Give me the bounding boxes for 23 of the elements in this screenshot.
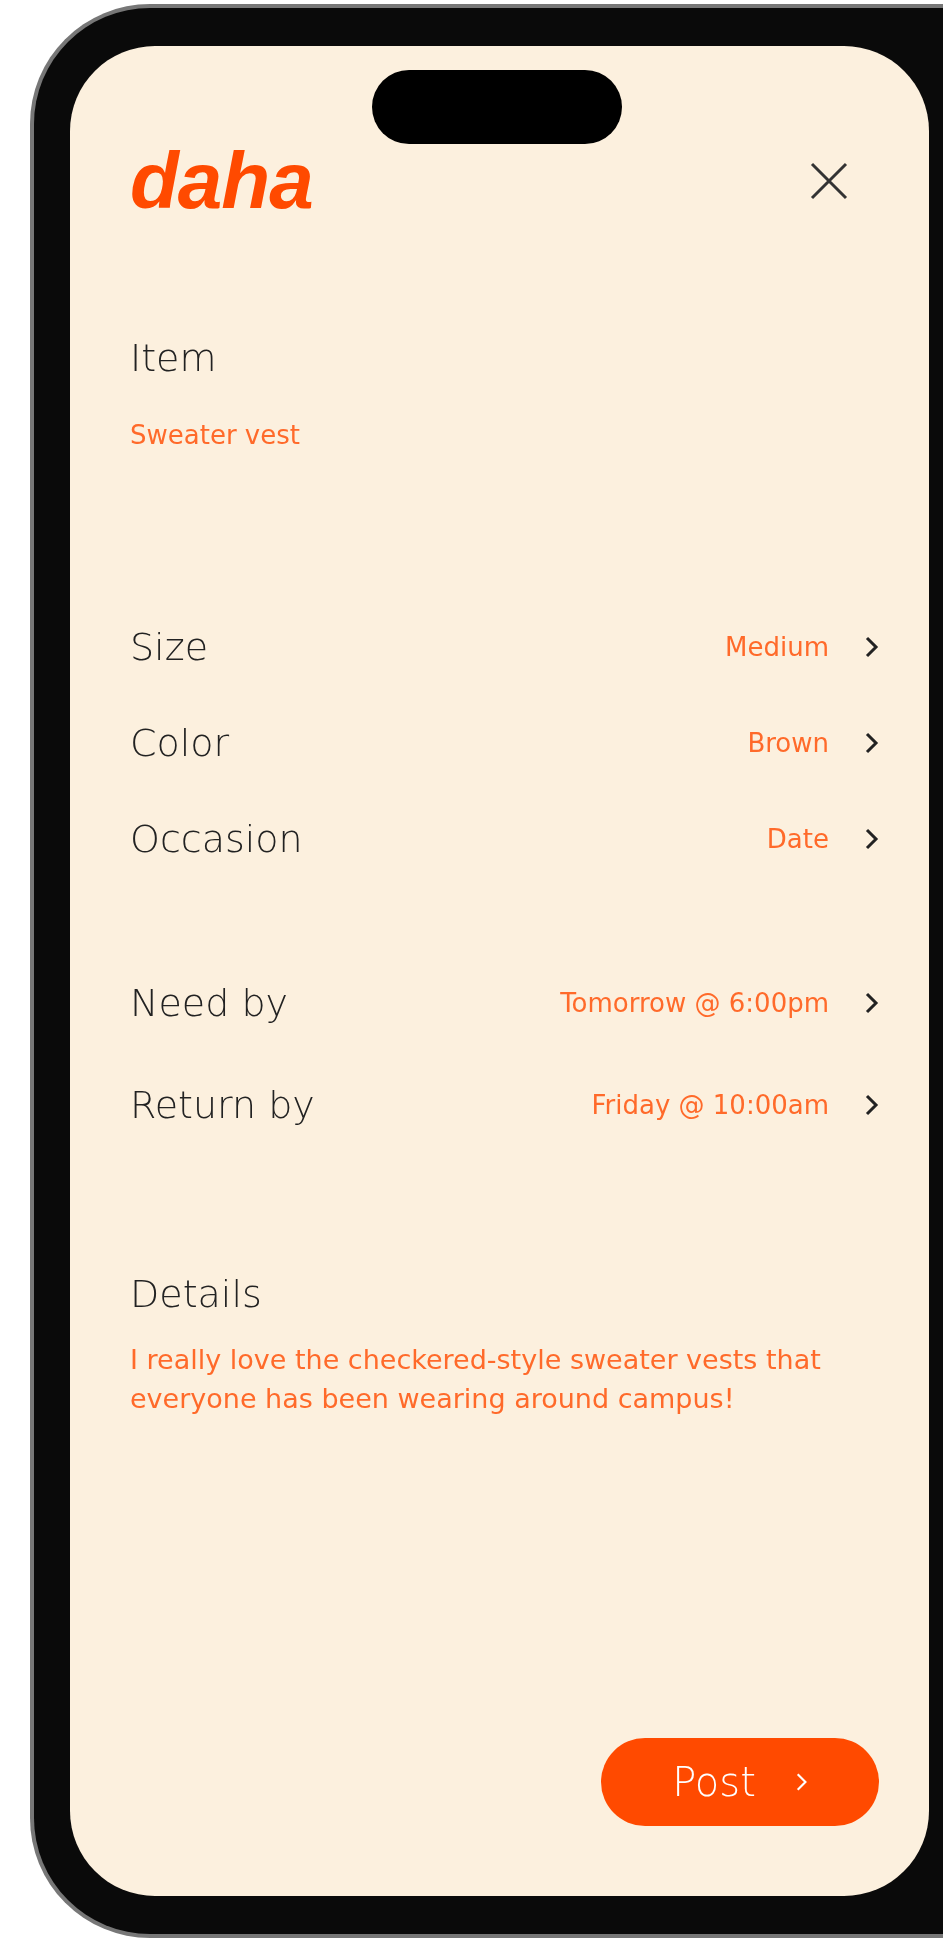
chevron-right-icon[interactable]: [865, 828, 879, 850]
field-value[interactable]: Friday @ 10:00am: [591, 1090, 829, 1120]
close-icon[interactable]: [809, 161, 849, 201]
chevron-right-icon[interactable]: [865, 636, 879, 658]
field-label: Size: [130, 625, 209, 669]
field-label: Item: [130, 336, 217, 380]
field-label: Details: [130, 1272, 262, 1316]
field-value[interactable]: Medium: [725, 632, 829, 662]
logo: daha: [130, 141, 313, 221]
field-label: Color: [130, 721, 231, 765]
field-value[interactable]: Tomorrow @ 6:00pm: [560, 988, 829, 1018]
chevron-right-icon[interactable]: [865, 992, 879, 1014]
post-button[interactable]: Post: [601, 1738, 879, 1826]
field-value[interactable]: Date: [766, 824, 829, 854]
field-value[interactable]: Sweater vest: [130, 420, 300, 450]
chevron-right-icon: [795, 1772, 808, 1792]
details-text[interactable]: I really love the checkered-style sweater vests that everyone has been wearing around campus!: [130, 1340, 850, 1419]
chevron-right-icon[interactable]: [865, 732, 879, 754]
field-label: Return by: [130, 1083, 316, 1127]
field-label: Occasion: [130, 817, 304, 861]
field-label: Need by: [130, 981, 289, 1025]
chevron-right-icon[interactable]: [865, 1094, 879, 1116]
field-value[interactable]: Brown: [747, 728, 829, 758]
